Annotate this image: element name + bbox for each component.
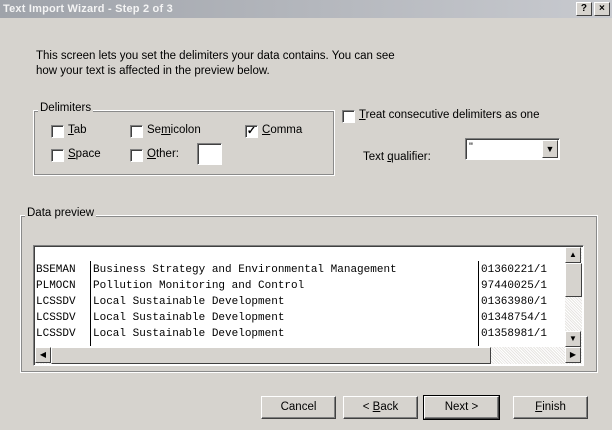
code-cell: LCSSDV bbox=[36, 312, 76, 324]
title-cell: Business Strategy and Environmental Mana… bbox=[93, 264, 397, 276]
finish-button[interactable]: Finish bbox=[513, 396, 588, 419]
semicolon-checkbox[interactable] bbox=[130, 125, 143, 138]
other-checkbox[interactable] bbox=[130, 149, 143, 162]
column-separator bbox=[90, 261, 91, 346]
treat-consecutive-checkbox[interactable] bbox=[342, 110, 355, 123]
vertical-scrollbar[interactable]: ▲ ▼ bbox=[565, 247, 582, 347]
space-label[interactable]: Space bbox=[68, 148, 101, 160]
instructions-line-2: how your text is affected in the preview… bbox=[36, 65, 270, 77]
column-separator bbox=[478, 261, 479, 346]
title-cell: Pollution Monitoring and Control bbox=[93, 280, 305, 292]
treat-consecutive-label[interactable]: Treat consecutive delimiters as one bbox=[359, 109, 539, 121]
next-button[interactable]: Next > bbox=[423, 395, 500, 420]
horizontal-scroll-thumb[interactable] bbox=[51, 347, 491, 364]
help-button[interactable]: ? bbox=[576, 2, 592, 16]
close-button[interactable]: × bbox=[594, 2, 610, 16]
window-title: Text Import Wizard - Step 2 of 3 bbox=[3, 3, 173, 15]
scroll-right-icon[interactable]: ▶ bbox=[565, 347, 581, 363]
scroll-left-icon[interactable]: ◀ bbox=[35, 347, 51, 363]
instructions-line-1: This screen lets you set the delimiters … bbox=[36, 50, 395, 62]
id-cell: 01348754/1 bbox=[481, 312, 548, 324]
code-cell: LCSSDV bbox=[36, 296, 76, 308]
text-qualifier-dropdown[interactable]: " ▼ bbox=[465, 138, 560, 160]
back-button[interactable]: < Back bbox=[343, 396, 418, 419]
title-cell: Local Sustainable Development bbox=[93, 312, 285, 324]
id-cell: 01363980/1 bbox=[481, 296, 548, 308]
vertical-scroll-thumb[interactable] bbox=[565, 263, 582, 297]
code-cell: BSEMAN bbox=[36, 264, 76, 276]
comma-checkbox[interactable]: ✓ bbox=[245, 125, 258, 138]
other-delimiter-input[interactable] bbox=[197, 143, 222, 165]
title-cell: Local Sustainable Development bbox=[93, 296, 285, 308]
title-bar[interactable]: Text Import Wizard - Step 2 of 3 ? × bbox=[0, 0, 612, 18]
other-label[interactable]: Other: bbox=[147, 148, 179, 160]
data-preview-legend: Data preview bbox=[25, 207, 97, 219]
tab-checkbox[interactable] bbox=[51, 125, 64, 138]
id-cell: 97440025/1 bbox=[481, 280, 548, 292]
delimiters-legend: Delimiters bbox=[38, 102, 94, 114]
chevron-down-icon[interactable]: ▼ bbox=[542, 140, 558, 158]
instructions-text: This screen lets you set the delimiters … bbox=[36, 49, 476, 79]
scroll-up-icon[interactable]: ▲ bbox=[565, 247, 581, 263]
horizontal-scrollbar[interactable]: ◀ ▶ bbox=[35, 347, 582, 364]
tab-label[interactable]: Tab bbox=[68, 124, 87, 136]
cancel-button[interactable]: Cancel bbox=[261, 396, 336, 419]
preview-table[interactable]: BSEMAN Business Strategy and Environment… bbox=[35, 261, 565, 346]
id-cell: 01358981/1 bbox=[481, 328, 548, 340]
code-cell: PLMOCN bbox=[36, 280, 76, 292]
checkmark-icon: ✓ bbox=[246, 125, 257, 137]
text-qualifier-label: Text qualifier: bbox=[363, 151, 431, 163]
text-qualifier-value: " bbox=[469, 141, 473, 153]
id-cell: 01360221/1 bbox=[481, 264, 548, 276]
semicolon-label[interactable]: Semicolon bbox=[147, 124, 201, 136]
code-cell: LCSSDV bbox=[36, 328, 76, 340]
title-cell: Local Sustainable Development bbox=[93, 328, 285, 340]
comma-label[interactable]: Comma bbox=[262, 124, 302, 136]
space-checkbox[interactable] bbox=[51, 149, 64, 162]
scroll-down-icon[interactable]: ▼ bbox=[565, 331, 581, 347]
text-import-wizard-dialog: Text Import Wizard - Step 2 of 3 ? × Thi… bbox=[0, 0, 612, 430]
